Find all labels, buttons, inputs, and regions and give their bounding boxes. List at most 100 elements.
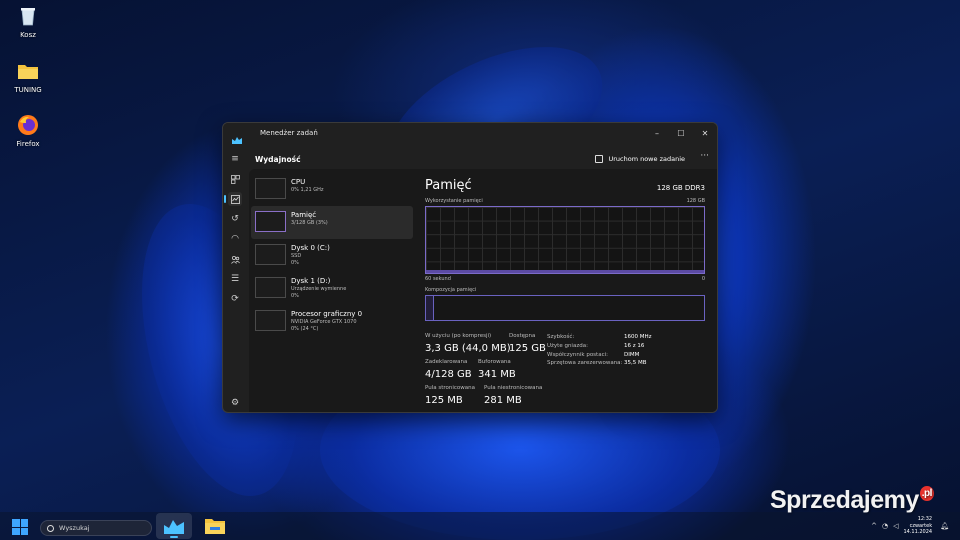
detail-key: Użyte gniazda:	[547, 342, 588, 349]
stat-in-use: W użyciu (po kompresji) 3,3 GB (44,0 MB)	[425, 333, 511, 355]
details-icon[interactable]: ☰	[228, 272, 242, 286]
system-tray: ^ ◔ ◁ 12:32 czwartek 14.11.2024 🔔︎	[871, 512, 954, 540]
perf-item-name: CPU	[291, 178, 306, 186]
users-icon[interactable]	[228, 252, 242, 266]
clock[interactable]: 12:32 czwartek 14.11.2024	[903, 516, 932, 536]
detail-row: Szybkość: 1600 MHz	[547, 333, 652, 342]
taskbar-app-file-explorer[interactable]	[197, 513, 233, 539]
perf-item-sub: 0% (24 °C)	[291, 325, 319, 332]
detail-row: Użyte gniazda: 16 z 16	[547, 342, 644, 351]
usage-graph-max: 128 GB	[686, 198, 705, 204]
stat-value: 3,3 GB (44,0 MB)	[425, 343, 511, 354]
maximize-button[interactable]: ☐	[669, 123, 693, 143]
perf-item-name: Procesor graficzny 0	[291, 310, 363, 318]
title-bar[interactable]: Menedżer zadań – ☐ ✕	[223, 123, 717, 144]
stat-label: Zadeklarowana	[425, 359, 468, 365]
volume-icon[interactable]: ◁	[893, 522, 898, 530]
settings-gear-icon[interactable]: ⚙	[228, 396, 242, 410]
graph-time-label: 60 sekund	[425, 276, 451, 282]
perf-item-sub: 0%	[291, 292, 299, 299]
memory-usage-fill	[426, 270, 704, 273]
taskbar-app-task-manager[interactable]	[156, 513, 192, 539]
detail-key: Sprzętowa zarezerwowana:	[547, 360, 623, 367]
perf-item-disk-0[interactable]: Dysk 0 (C:) SSD 0%	[251, 239, 413, 272]
task-manager-icon	[232, 129, 242, 144]
detail-row: Współczynnik postaci: DIMM	[547, 351, 639, 360]
detail-value: 1600 MHz	[624, 334, 652, 340]
perf-item-memory[interactable]: Pamięć 3/128 GB (3%)	[251, 206, 413, 239]
memory-spec: 128 GB DDR3	[656, 184, 705, 192]
run-new-task-label: Uruchom nowe zadanie	[608, 155, 685, 163]
desktop-icon-label: Firefox	[16, 140, 40, 148]
perf-thumbnail	[255, 178, 286, 199]
perf-item-name: Dysk 0 (C:)	[291, 244, 330, 252]
recycle-bin-icon	[17, 5, 39, 27]
hamburger-menu-icon[interactable]: ≡	[228, 152, 242, 166]
run-task-icon	[595, 155, 604, 163]
stat-label: Buforowana	[478, 359, 511, 365]
search-icon	[47, 524, 54, 532]
perf-thumbnail	[255, 277, 286, 298]
window-title: Menedżer zadań	[260, 129, 318, 137]
stat-value: 341 MB	[478, 369, 516, 380]
perf-item-disk-1[interactable]: Dysk 1 (D:) Urządzenie wymienne 0%	[251, 272, 413, 305]
perf-item-sub: 3/128 GB (3%)	[291, 220, 328, 226]
stat-committed: Zadeklarowana 4/128 GB	[425, 359, 472, 381]
desktop-icon-tuning-folder[interactable]: TUNING	[0, 60, 56, 94]
stat-label: Pula stronicowana	[425, 385, 476, 391]
stat-value: 125 GB	[509, 343, 546, 354]
perf-item-sub: Urządzenie wymienne	[291, 286, 347, 292]
stat-value: 281 MB	[484, 395, 522, 406]
services-icon[interactable]: ⟳	[228, 292, 242, 306]
firefox-icon	[17, 114, 39, 136]
page-title: Wydajność	[255, 154, 301, 164]
perf-thumbnail	[255, 211, 286, 232]
taskbar-search-box[interactable]: Wyszukaj	[40, 520, 152, 536]
stat-paged-pool: Pula stronicowana 125 MB	[425, 385, 475, 407]
run-new-task-button[interactable]: Uruchom nowe zadanie	[595, 152, 685, 166]
perf-item-name: Pamięć	[291, 211, 317, 219]
minimize-button[interactable]: –	[645, 123, 669, 143]
desktop-icon-label: Kosz	[20, 31, 36, 39]
search-placeholder: Wyszukaj	[59, 524, 90, 532]
startup-apps-icon[interactable]: ◠	[228, 232, 242, 246]
folder-icon	[205, 519, 225, 534]
active-indicator	[170, 536, 178, 538]
stat-value: 4/128 GB	[425, 369, 472, 380]
detail-key: Szybkość:	[547, 334, 575, 340]
perf-item-sub: 0%	[291, 259, 299, 266]
stat-value: 125 MB	[425, 395, 463, 406]
stat-nonpaged-pool: Pula niestronicowana 281 MB	[484, 385, 542, 407]
wifi-icon[interactable]: ◔	[882, 522, 888, 530]
composition-label: Kompozycja pamięci	[425, 287, 477, 293]
close-button[interactable]: ✕	[693, 123, 717, 143]
memory-detail-panel: Pamięć 128 GB DDR3 Wykorzystanie pamięci…	[425, 175, 715, 411]
composition-in-use-segment	[426, 296, 435, 320]
more-options-button[interactable]: ···	[700, 151, 709, 161]
memory-usage-graph	[425, 206, 705, 274]
memory-title: Pamięć	[425, 178, 472, 193]
performance-list: CPU 0% 1,21 GHz Pamięć 3/128 GB (3%) Dys…	[251, 173, 413, 338]
stat-label: Pula niestronicowana	[484, 385, 543, 391]
app-history-icon[interactable]: ↺	[228, 212, 242, 226]
folder-icon	[17, 60, 39, 82]
perf-item-sub: NVIDIA GeForce GTX 1070	[291, 319, 357, 325]
usage-graph-label: Wykorzystanie pamięci	[425, 198, 483, 204]
desktop-icon-label: TUNING	[14, 86, 42, 94]
stat-label: Dostępna	[509, 333, 536, 339]
perf-item-cpu[interactable]: CPU 0% 1,21 GHz	[251, 173, 413, 206]
processes-icon[interactable]	[228, 172, 242, 186]
stat-label: W użyciu (po kompresji)	[425, 333, 492, 339]
performance-icon[interactable]	[224, 192, 242, 206]
page-header: Wydajność Uruchom nowe zadanie ···	[249, 149, 715, 169]
perf-item-gpu-0[interactable]: Procesor graficzny 0 NVIDIA GeForce GTX …	[251, 305, 413, 338]
memory-composition-bar	[425, 295, 705, 321]
perf-thumbnail	[255, 244, 286, 265]
desktop-icon-recycle-bin[interactable]: Kosz	[0, 5, 56, 39]
stat-available: Dostępna 125 GB	[509, 333, 546, 355]
windows-start-icon[interactable]	[12, 519, 28, 535]
desktop-icon-firefox[interactable]: Firefox	[0, 114, 56, 148]
notification-bell-icon[interactable]: 🔔︎	[940, 522, 949, 530]
clock-date: 14.11.2024	[903, 529, 933, 536]
tray-chevron-icon[interactable]: ^	[871, 522, 877, 530]
